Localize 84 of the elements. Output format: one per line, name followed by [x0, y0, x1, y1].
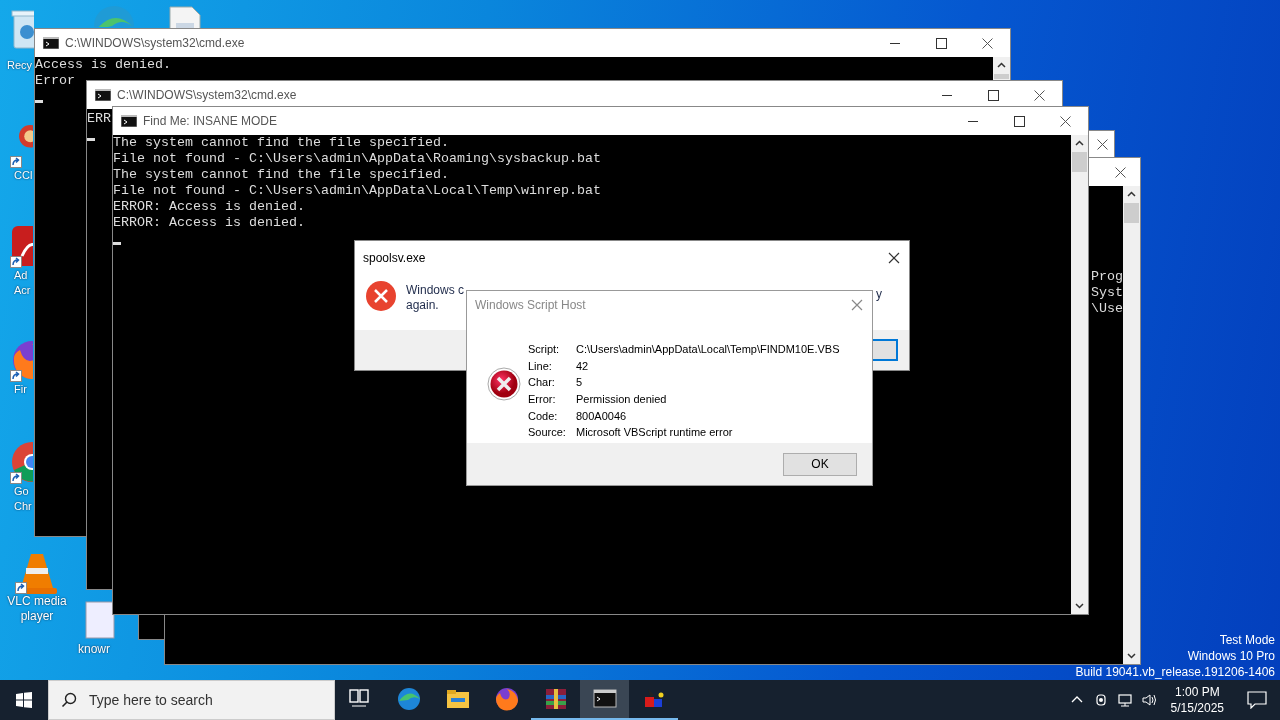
system-notice: Build 19041.vb_release.191206-1406 — [1075, 664, 1275, 680]
console-line: The system cannot find the file specified. — [113, 135, 449, 151]
close-icon — [887, 251, 901, 265]
archive-icon — [543, 687, 568, 711]
field-value: 42 — [576, 359, 590, 374]
scrollbar[interactable] — [1123, 186, 1140, 664]
scroll-thumb[interactable] — [1072, 152, 1087, 172]
field-value: C:\Users\admin\AppData\Local\Temp\FINDM10E.VBS — [576, 343, 840, 357]
icon-label: knowr — [78, 642, 110, 657]
field-label: Error: — [528, 393, 557, 407]
close-icon — [1114, 166, 1126, 178]
dialog-message: y — [876, 287, 882, 301]
taskbar-button[interactable] — [580, 680, 629, 720]
icon-label: CCl — [14, 168, 33, 183]
console-line: Syst — [1091, 285, 1123, 301]
field-label: Char: — [528, 376, 556, 391]
minimize-icon — [942, 94, 952, 96]
browser-icon — [396, 687, 421, 711]
maximize-icon — [987, 89, 999, 101]
minimize-icon — [968, 120, 978, 122]
error-icon — [487, 367, 521, 401]
icon-label: Recy — [7, 58, 33, 73]
minimize-icon — [890, 42, 900, 44]
field-value: Permission denied — [576, 393, 668, 407]
folder-icon — [445, 687, 470, 711]
system-notice: Test Mode — [1219, 632, 1275, 648]
field-label: Code: — [528, 409, 559, 424]
dialog-title: spoolsv.exe — [363, 251, 426, 265]
console-line: ERROR: Access is denied. — [113, 215, 305, 231]
maximize-icon — [935, 37, 947, 49]
field-value: 5 — [576, 376, 584, 391]
maximize-icon — [1013, 115, 1025, 127]
console-icon — [121, 115, 137, 127]
scrollbar[interactable] — [1071, 135, 1088, 614]
window-title: C:\WINDOWS\system32\cmd.exe — [65, 36, 245, 50]
icon-label: Go — [14, 484, 29, 499]
icon-label: player — [20, 609, 54, 624]
network-icon — [1116, 692, 1133, 708]
window-title: Find Me: INSANE MODE — [143, 114, 278, 128]
icon-label: Chr — [14, 499, 32, 514]
close-icon — [1059, 115, 1071, 127]
close-icon — [981, 37, 993, 49]
scroll-thumb[interactable] — [994, 74, 1009, 79]
console-line: File not found - C:\Users\admin\AppData\Local\Temp\winrep.bat — [113, 183, 601, 199]
console-line: Access is denied. — [35, 57, 171, 73]
window-title: C:\WINDOWS\system32\cmd.exe — [117, 88, 297, 102]
scroll-thumb[interactable] — [1124, 203, 1139, 223]
field-label: Script: — [528, 343, 561, 357]
icon-label: Fir — [14, 382, 27, 397]
search-input[interactable]: Type here to search — [87, 691, 317, 709]
clock[interactable]: 1:00 PM 5/15/2025 — [1160, 680, 1234, 720]
close-icon — [850, 298, 864, 312]
console-line: \Use — [1091, 301, 1123, 317]
windows-logo-icon — [16, 692, 32, 708]
close-icon — [1096, 138, 1108, 150]
dialog-message: Windows c — [406, 283, 464, 298]
terminal-icon — [592, 687, 617, 711]
console-line: Error — [35, 73, 75, 89]
dialog-message: again. — [406, 298, 440, 313]
console-line: Prog — [1091, 269, 1123, 285]
console-line: The system cannot find the file specified. — [113, 167, 449, 183]
speaker-icon — [1140, 692, 1157, 708]
field-label: Line: — [528, 359, 553, 374]
icon-label: Ad — [14, 268, 28, 283]
ok-button[interactable]: OK — [783, 452, 857, 476]
search-field[interactable]: Type here to search — [48, 680, 335, 720]
system-notice: Windows 10 Pro — [1187, 648, 1275, 664]
error-icon — [365, 280, 397, 312]
icon-label: Acr — [14, 283, 31, 298]
icon-label: VLC media — [7, 594, 67, 609]
console-line: ERROR: Access is denied. — [113, 199, 305, 215]
dialog-title: Windows Script Host — [475, 298, 586, 312]
console-line: File not found - C:\Users\admin\AppData\Roaming\sysbackup.bat — [113, 151, 601, 167]
scrollbar[interactable] — [993, 57, 1010, 80]
field-value: 800A0046 — [576, 409, 628, 424]
console-icon — [95, 89, 111, 101]
console-line: ERR — [87, 111, 111, 127]
field-value: Microsoft VBScript runtime error — [576, 426, 734, 441]
search-icon — [61, 692, 77, 708]
close-icon — [1033, 89, 1045, 101]
firefox-icon — [494, 687, 519, 711]
chat-bubble-icon — [1247, 691, 1267, 709]
field-label: Source: — [528, 426, 567, 441]
console-icon — [43, 37, 59, 49]
